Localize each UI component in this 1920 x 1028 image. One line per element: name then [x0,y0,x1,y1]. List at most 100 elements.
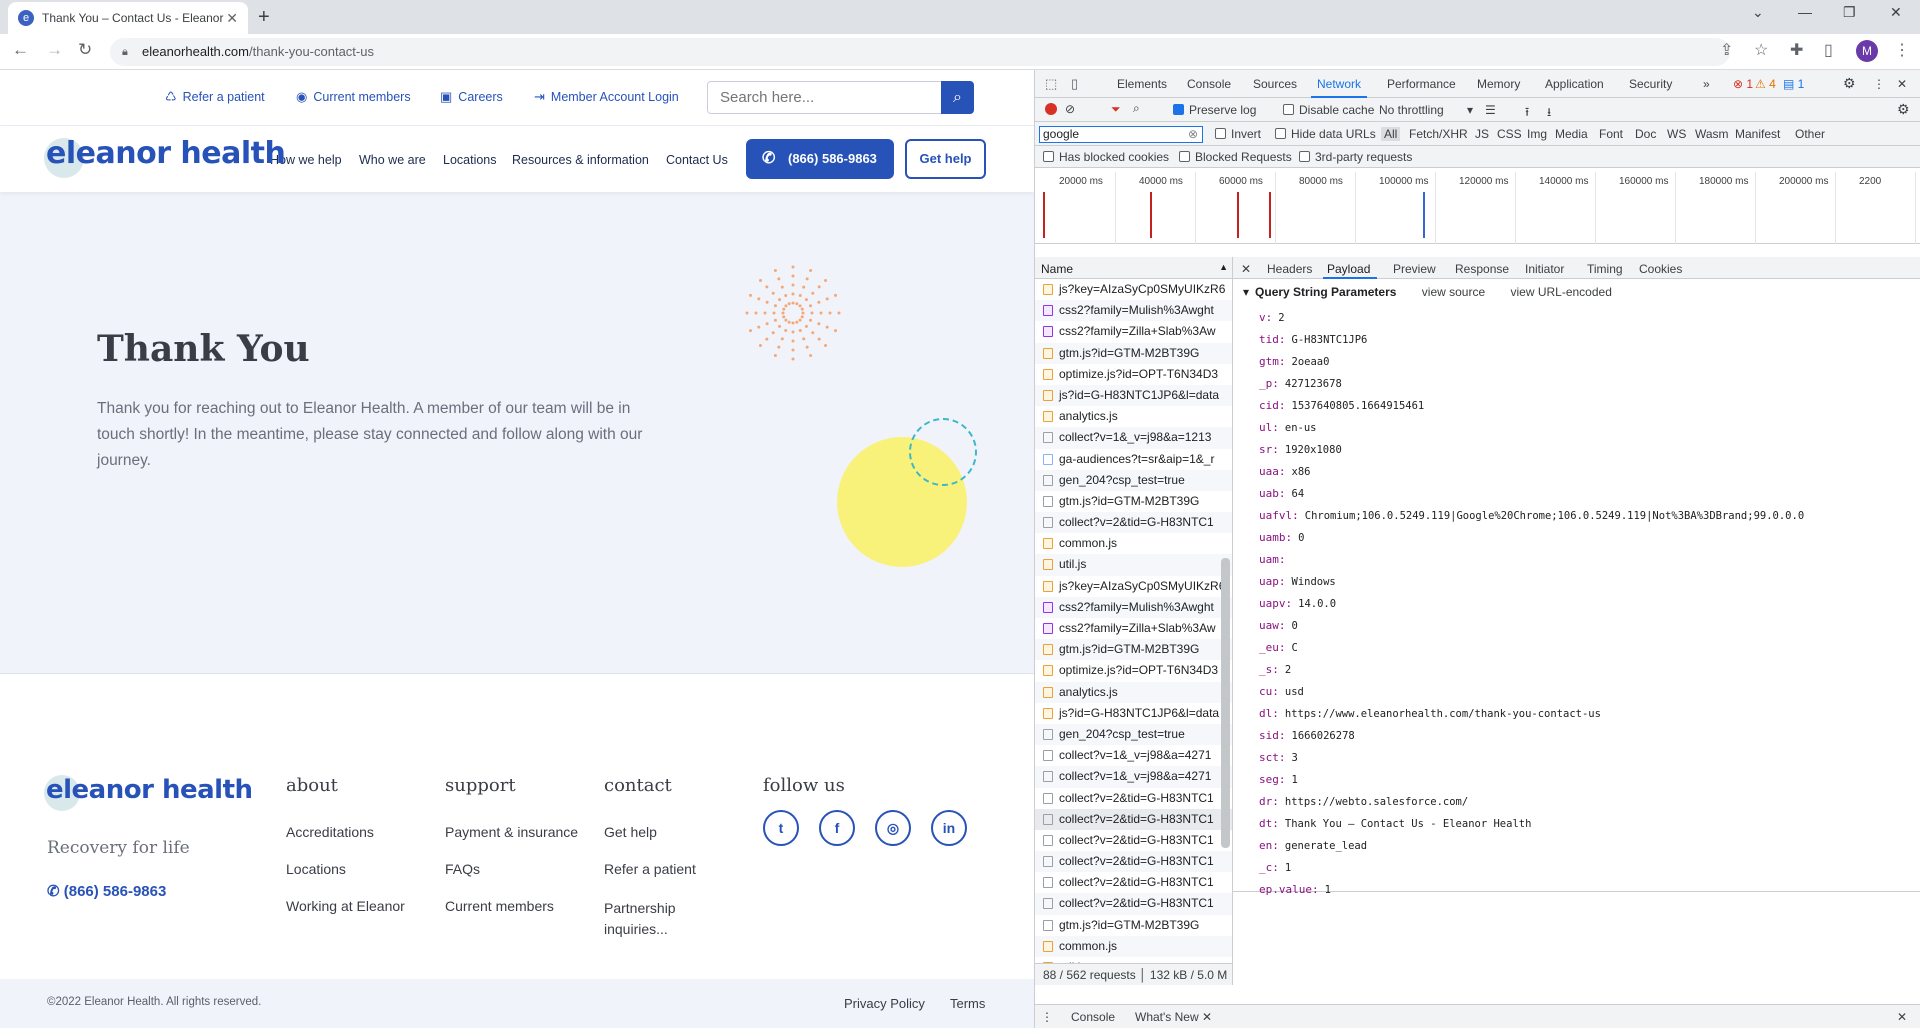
record-icon[interactable] [1045,103,1057,115]
query-param-row[interactable]: tid: G-H83NTC1JP6 [1259,329,1804,351]
terms-link[interactable]: Terms [950,996,985,1011]
footer-link-accreditations[interactable]: Accreditations [286,824,374,840]
request-row[interactable]: common.js [1035,533,1232,554]
query-param-row[interactable]: sct: 3 [1259,747,1804,769]
type-filter-manifest[interactable]: Manifest [1735,127,1780,141]
close-detail-icon[interactable]: ✕ [1241,262,1251,276]
request-list-scrollbar[interactable] [1221,558,1230,848]
devtools-tab-elements[interactable]: Elements [1117,77,1167,91]
request-row[interactable]: collect?v=1&_v=j98&a=4271 [1035,766,1232,788]
facebook-icon[interactable]: f [819,810,855,846]
query-param-row[interactable]: uab: 64 [1259,483,1804,505]
message-badge[interactable]: ▤ 1 [1783,77,1804,91]
nav-resources[interactable]: Resources & information [512,153,649,167]
restore-icon[interactable]: ❐ [1843,4,1856,21]
filter-icon[interactable]: ⏷ [1111,102,1121,117]
filter-input[interactable]: google ⊗ [1039,126,1203,143]
request-row[interactable]: collect?v=1&_v=j98&a=1213 [1035,427,1232,449]
type-filter-css[interactable]: CSS [1497,127,1522,141]
query-param-row[interactable]: uapv: 14.0.0 [1259,593,1804,615]
query-param-row[interactable]: ep.value: 1 [1259,879,1804,901]
query-param-row[interactable]: v: 2 [1259,307,1804,329]
drawer-menu-icon[interactable]: ⋮ [1041,1010,1053,1024]
request-row[interactable]: collect?v=2&tid=G-H83NTC1 [1035,512,1232,534]
network-settings-icon[interactable]: ⚙ [1897,101,1910,118]
query-param-row[interactable]: sr: 1920x1080 [1259,439,1804,461]
devtools-tab-memory[interactable]: Memory [1477,77,1520,91]
query-param-row[interactable]: uam: [1259,549,1804,571]
request-row[interactable]: collect?v=1&_v=j98&a=4271 [1035,745,1232,766]
request-row[interactable]: optimize.js?id=OPT-T6N34D3 [1035,660,1232,681]
site-search-input[interactable] [707,81,943,114]
query-param-row[interactable]: uamb: 0 [1259,527,1804,549]
footer-link-faqs[interactable]: FAQs [445,861,480,877]
request-row[interactable]: ga-audiences?t=sr&aip=1&_r [1035,449,1232,470]
detail-tab-headers[interactable]: Headers [1267,262,1312,276]
query-string-section[interactable]: ▾ Query String Parameters view source vie… [1243,285,1612,299]
query-param-row[interactable]: _eu: C [1259,637,1804,659]
more-tabs-icon[interactable]: » [1703,77,1710,91]
request-row[interactable]: gen_204?csp_test=true [1035,469,1232,491]
devtools-tab-performance[interactable]: Performance [1387,77,1456,91]
devtools-tab-sources[interactable]: Sources [1253,77,1297,91]
close-tab-icon[interactable]: ✕ [226,10,238,27]
type-filter-img[interactable]: Img [1527,127,1547,141]
clear-icon[interactable]: ⊘ [1065,102,1075,116]
browser-tab[interactable]: e Thank You – Contact Us - Eleanor ✕ [8,2,248,34]
footer-logo[interactable]: eleanor health [44,775,253,811]
request-row[interactable]: js?key=AIzaSyCp0SMyUIKzR6 [1035,279,1232,300]
request-row[interactable]: collect?v=2&tid=G-H83NTC1 [1035,851,1232,873]
request-row[interactable]: js?id=G-H83NTC1JP6&l=data [1035,703,1232,724]
close-icon[interactable]: ✕ [1202,1010,1212,1024]
devtools-tab-console[interactable]: Console [1187,77,1231,91]
drawer-tab-whats-new[interactable]: What's New ✕ [1135,1010,1212,1024]
view-source-link[interactable]: view source [1422,285,1485,299]
request-row[interactable]: util.js [1035,554,1232,576]
reload-icon[interactable]: ↻ [78,40,92,60]
lock-icon[interactable]: 🔒︎ [122,38,128,66]
request-row[interactable]: gtm.js?id=GTM-M2BT39G [1035,915,1232,936]
query-param-row[interactable]: dr: https://webto.salesforce.com/ [1259,791,1804,813]
device-toolbar-icon[interactable]: ▯ [1071,76,1078,92]
request-row[interactable]: collect?v=2&tid=G-H83NTC1 [1035,808,1232,830]
query-param-row[interactable]: uafvl: Chromium;106.0.5249.119|Google%20C… [1259,505,1804,527]
devtools-menu-icon[interactable]: ⋮ [1873,77,1885,91]
query-param-row[interactable]: ul: en-us [1259,417,1804,439]
type-filter-wasm[interactable]: Wasm [1695,127,1729,141]
type-filter-doc[interactable]: Doc [1635,127,1656,141]
request-row[interactable]: js?id=G-H83NTC1JP6&l=data [1035,384,1232,407]
request-list[interactable]: js?key=AIzaSyCp0SMyUIKzR6 css2?family=Mul… [1035,279,1233,963]
view-url-encoded-link[interactable]: view URL-encoded [1510,285,1611,299]
twitter-icon[interactable]: t [763,810,799,846]
clear-filter-icon[interactable]: ⊗ [1188,127,1198,142]
close-window-icon[interactable]: ✕ [1890,4,1902,21]
share-icon[interactable]: ⇪ [1720,40,1733,60]
drawer-tab-console[interactable]: Console [1071,1010,1115,1024]
request-row[interactable]: css2?family=Zilla+Slab%3Aw [1035,618,1232,639]
network-conditions-icon[interactable]: ☰ [1485,103,1496,117]
devtools-tab-network[interactable]: Network [1317,77,1361,91]
type-filter-other[interactable]: Other [1795,127,1825,141]
name-column-header[interactable]: Name ▲ [1035,257,1233,279]
request-row[interactable]: gtm.js?id=GTM-M2BT39G [1035,491,1232,512]
nav-locations[interactable]: Locations [443,153,497,167]
forward-icon[interactable]: → [46,40,63,60]
minimize-icon[interactable]: — [1798,4,1812,20]
footer-link-payment[interactable]: Payment & insurance [445,824,578,840]
request-row[interactable]: js?key=AIzaSyCp0SMyUIKzR6 [1035,576,1232,597]
query-param-row[interactable]: _p: 427123678 [1259,373,1804,395]
import-har-icon[interactable]: ⭱ [1525,103,1529,124]
request-row[interactable]: css2?family=Zilla+Slab%3Aw [1035,321,1232,342]
close-drawer-icon[interactable]: ✕ [1897,1010,1907,1024]
extensions-icon[interactable]: ✚ [1790,40,1803,60]
detail-tab-cookies[interactable]: Cookies [1639,262,1682,276]
query-param-row[interactable]: en: generate_lead [1259,835,1804,857]
chrome-menu-icon[interactable]: ⋮ [1894,40,1910,60]
footer-link-locations[interactable]: Locations [286,861,346,877]
blocked-requests-checkbox[interactable]: Blocked Requests [1179,150,1292,164]
request-row[interactable]: css2?family=Mulish%3Awght [1035,596,1232,618]
back-icon[interactable]: ← [12,40,29,60]
linkedin-icon[interactable]: in [931,810,967,846]
inspect-element-icon[interactable]: ⬚ [1045,76,1057,92]
query-param-row[interactable]: cid: 1537640805.1664915461 [1259,395,1804,417]
